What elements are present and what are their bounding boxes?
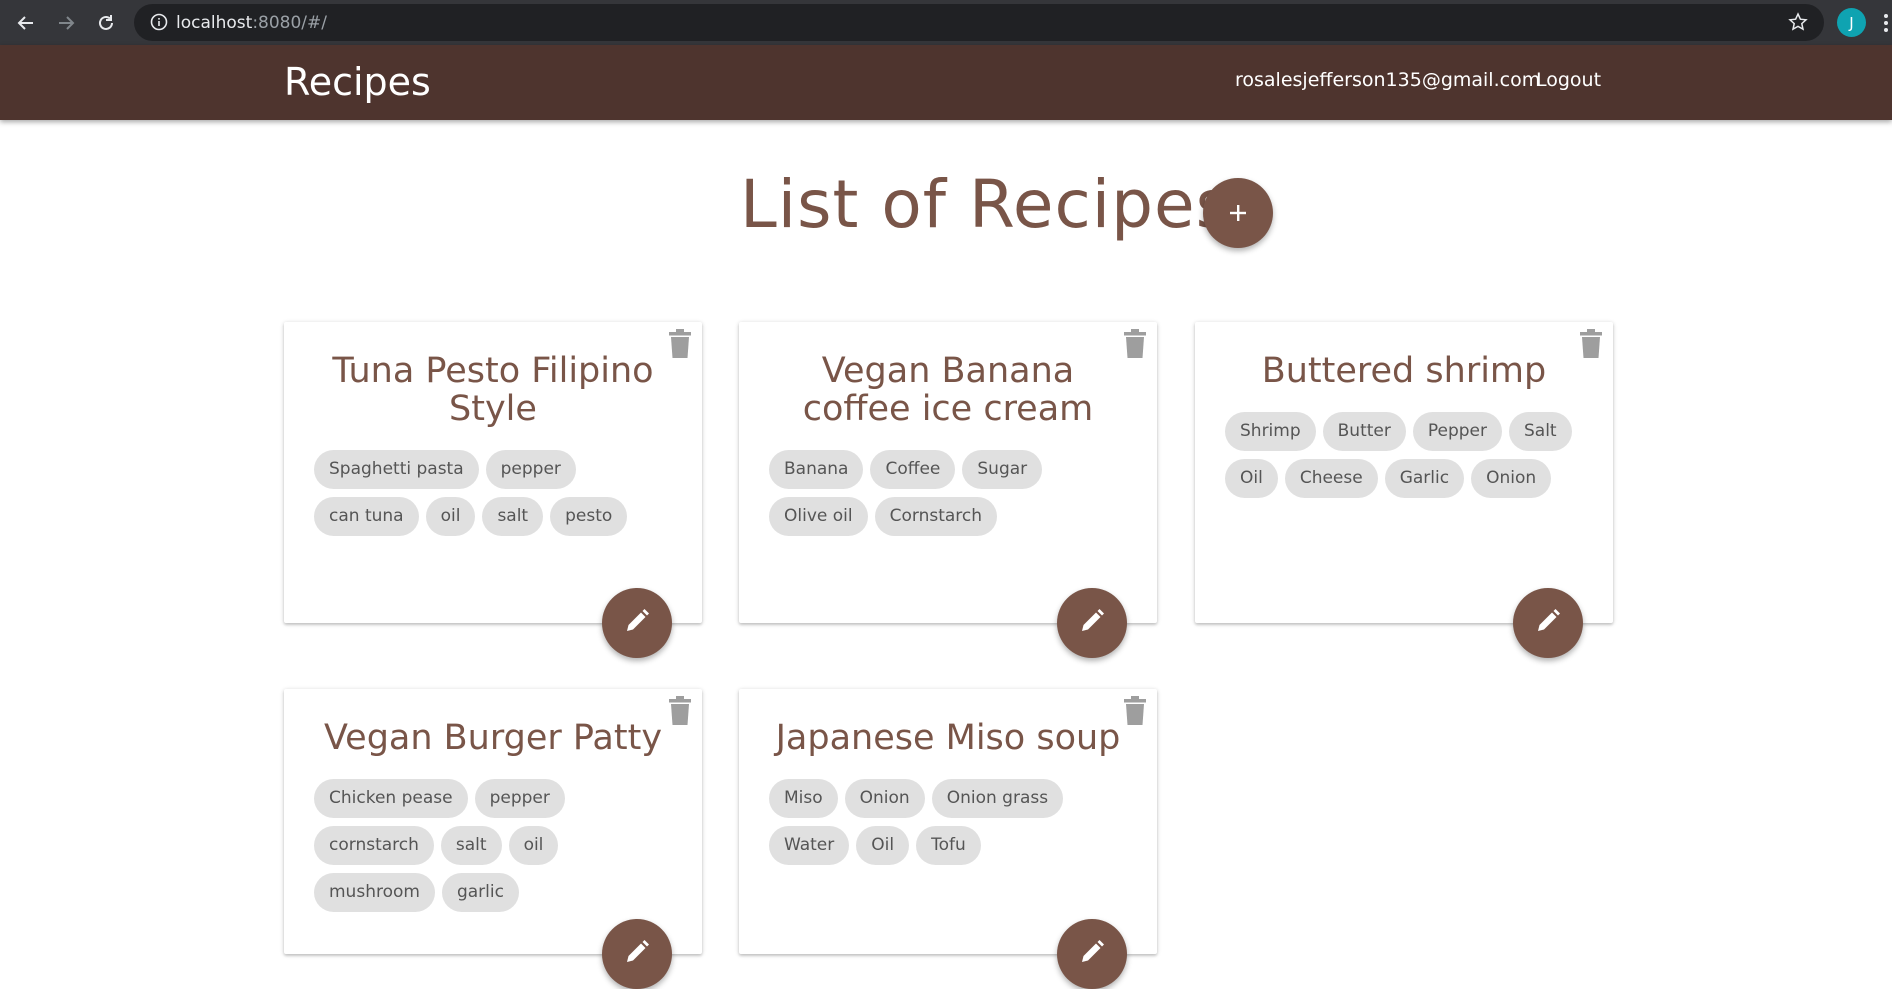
ingredient-chip: Banana <box>769 450 864 489</box>
edit-recipe-button[interactable] <box>602 919 672 989</box>
ingredient-chip: Miso <box>769 779 838 818</box>
forward-icon[interactable] <box>52 9 80 37</box>
ingredient-chip: can tuna <box>314 497 419 536</box>
ingredient-chip: pepper <box>474 779 565 818</box>
url-path: :8080/#/ <box>252 13 328 33</box>
profile-avatar[interactable]: J <box>1837 8 1866 37</box>
delete-icon[interactable] <box>1579 329 1603 363</box>
ingredient-chip: Garlic <box>1384 459 1465 498</box>
ingredient-chip: Cheese <box>1284 459 1378 498</box>
ingredient-chip: Butter <box>1322 412 1406 451</box>
ingredient-chip: Onion grass <box>931 779 1064 818</box>
info-icon[interactable] <box>150 13 168 35</box>
ingredient-chip: Oil <box>1225 459 1278 498</box>
address-bar[interactable]: localhost:8080/#/ <box>134 4 1824 41</box>
recipe-title: Tuna Pesto Filipino Style <box>332 351 654 429</box>
recipe-card: Vegan Banana coffee ice cream Banana Coffe… <box>739 322 1157 658</box>
ingredient-list: Spaghetti pasta pepper can tuna oil salt pest… <box>314 450 676 536</box>
ingredient-list: Banana Coffee Sugar Olive oil Cornstarch <box>769 450 1131 536</box>
add-recipe-button[interactable] <box>1203 178 1273 248</box>
ingredient-chip: pesto <box>550 497 628 536</box>
ingredient-chip: oil <box>425 497 476 536</box>
app-header: Recipes rosalesjefferson135@gmail.com Lo… <box>0 45 1892 120</box>
recipe-card: Tuna Pesto Filipino Style Spaghetti pasta… <box>284 322 702 658</box>
ingredient-chip: pepper <box>485 450 576 489</box>
back-icon[interactable] <box>12 9 40 37</box>
pencil-icon <box>624 608 650 638</box>
url-host: localhost <box>176 13 253 33</box>
logout-link[interactable]: Logout <box>1536 69 1601 91</box>
ingredient-chip: Shrimp <box>1225 412 1316 451</box>
ingredient-chip: Tofu <box>916 826 981 865</box>
ingredient-chip: Sugar <box>962 450 1043 489</box>
recipe-card: Buttered shrimp Shrimp Butter Pepper Salt Oil… <box>1195 322 1613 658</box>
ingredient-list: Miso Onion Onion grass Water Oil Tofu <box>769 779 1131 865</box>
ingredient-chip: Water <box>769 826 850 865</box>
ingredient-chip: Chicken pease <box>314 779 468 818</box>
delete-icon[interactable] <box>668 696 692 730</box>
browser-toolbar: localhost:8080/#/ J <box>0 0 1892 45</box>
ingredient-chip: mushroom <box>314 873 435 912</box>
user-email: rosalesjefferson135@gmail.com <box>1235 69 1541 91</box>
bookmark-star-icon[interactable] <box>1788 12 1808 36</box>
ingredient-chip: cornstarch <box>314 826 434 865</box>
ingredient-chip: Onion <box>844 779 925 818</box>
page-title: List of Recipes <box>740 166 1231 243</box>
browser-menu-icon[interactable] <box>1884 14 1888 35</box>
edit-recipe-button[interactable] <box>1057 588 1127 658</box>
pencil-icon <box>1079 608 1105 638</box>
ingredient-list: Shrimp Butter Pepper Salt Oil Cheese Garlic Oni… <box>1225 412 1587 498</box>
recipe-card: Japanese Miso soup Miso Onion Onion grass Wa… <box>739 689 1157 989</box>
pencil-icon <box>1535 608 1561 638</box>
ingredient-chip: Salt <box>1509 412 1572 451</box>
ingredient-chip: garlic <box>441 873 519 912</box>
ingredient-chip: Olive oil <box>769 497 868 536</box>
edit-recipe-button[interactable] <box>1057 919 1127 989</box>
recipe-title: Buttered shrimp <box>1261 351 1547 391</box>
delete-icon[interactable] <box>668 329 692 363</box>
delete-icon[interactable] <box>1123 696 1147 730</box>
delete-icon[interactable] <box>1123 329 1147 363</box>
recipe-card: Vegan Burger Patty Chicken pease pepper cor… <box>284 689 702 989</box>
ingredient-chip: salt <box>440 826 502 865</box>
plus-icon <box>1230 205 1246 221</box>
ingredient-chip: oil <box>508 826 559 865</box>
ingredient-chip: Pepper <box>1412 412 1502 451</box>
reload-icon[interactable] <box>92 9 120 37</box>
edit-recipe-button[interactable] <box>602 588 672 658</box>
pencil-icon <box>624 939 650 969</box>
recipe-title: Vegan Burger Patty <box>323 718 663 758</box>
ingredient-chip: Coffee <box>870 450 956 489</box>
ingredient-chip: Spaghetti pasta <box>314 450 479 489</box>
recipe-title: Japanese Miso soup <box>775 718 1121 758</box>
brand-title[interactable]: Recipes <box>284 60 431 104</box>
ingredient-chip: Onion <box>1471 459 1552 498</box>
ingredient-list: Chicken pease pepper cornstarch salt oil mush… <box>314 779 676 912</box>
ingredient-chip: salt <box>482 497 544 536</box>
recipe-title: Vegan Banana coffee ice cream <box>802 351 1094 429</box>
ingredient-chip: Cornstarch <box>874 497 998 536</box>
edit-recipe-button[interactable] <box>1513 588 1583 658</box>
pencil-icon <box>1079 939 1105 969</box>
ingredient-chip: Oil <box>856 826 910 865</box>
url-text: localhost:8080/#/ <box>176 13 327 33</box>
